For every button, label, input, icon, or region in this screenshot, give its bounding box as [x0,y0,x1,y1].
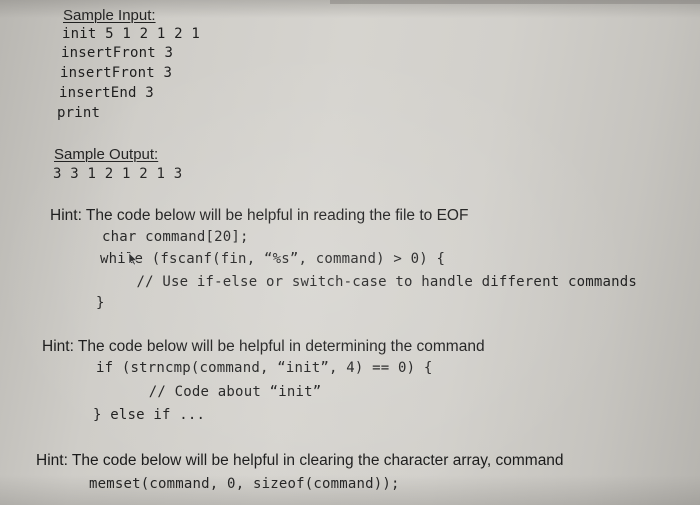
mouse-pointer-icon [128,252,138,266]
screen-top-edge [330,0,700,4]
sample-output-heading: Sample Output: [54,146,159,163]
code-line: char command[20]; [102,229,249,245]
hint-text: Hint: The code below will be helpful in … [50,207,469,224]
sample-output-line: 3 3 1 2 1 2 1 3 [53,166,183,182]
sample-input-line: insertFront 3 [60,65,173,81]
sample-input-heading: Sample Input: [63,7,156,24]
sample-input-line: insertEnd 3 [59,85,154,101]
sample-input-line: init 5 1 2 1 2 1 [62,26,201,42]
code-line: } [96,295,105,311]
hint-text: Hint: The code below will be helpful in … [42,338,485,355]
sample-input-line: insertFront 3 [61,45,174,61]
code-line: // Use if-else or switch-case to handle … [102,274,637,290]
sample-input-line: print [57,105,101,121]
code-line: memset(command, 0, sizeof(command)); [89,476,400,492]
code-line: if (strncmp(command, “init”, 4) == 0) { [96,360,433,376]
code-line: while (fscanf(fin, “%s”, command) > 0) { [100,251,446,267]
hint-text: Hint: The code below will be helpful in … [36,452,564,469]
code-line: } else if ... [93,407,206,423]
code-line: // Code about “init” [97,384,322,400]
